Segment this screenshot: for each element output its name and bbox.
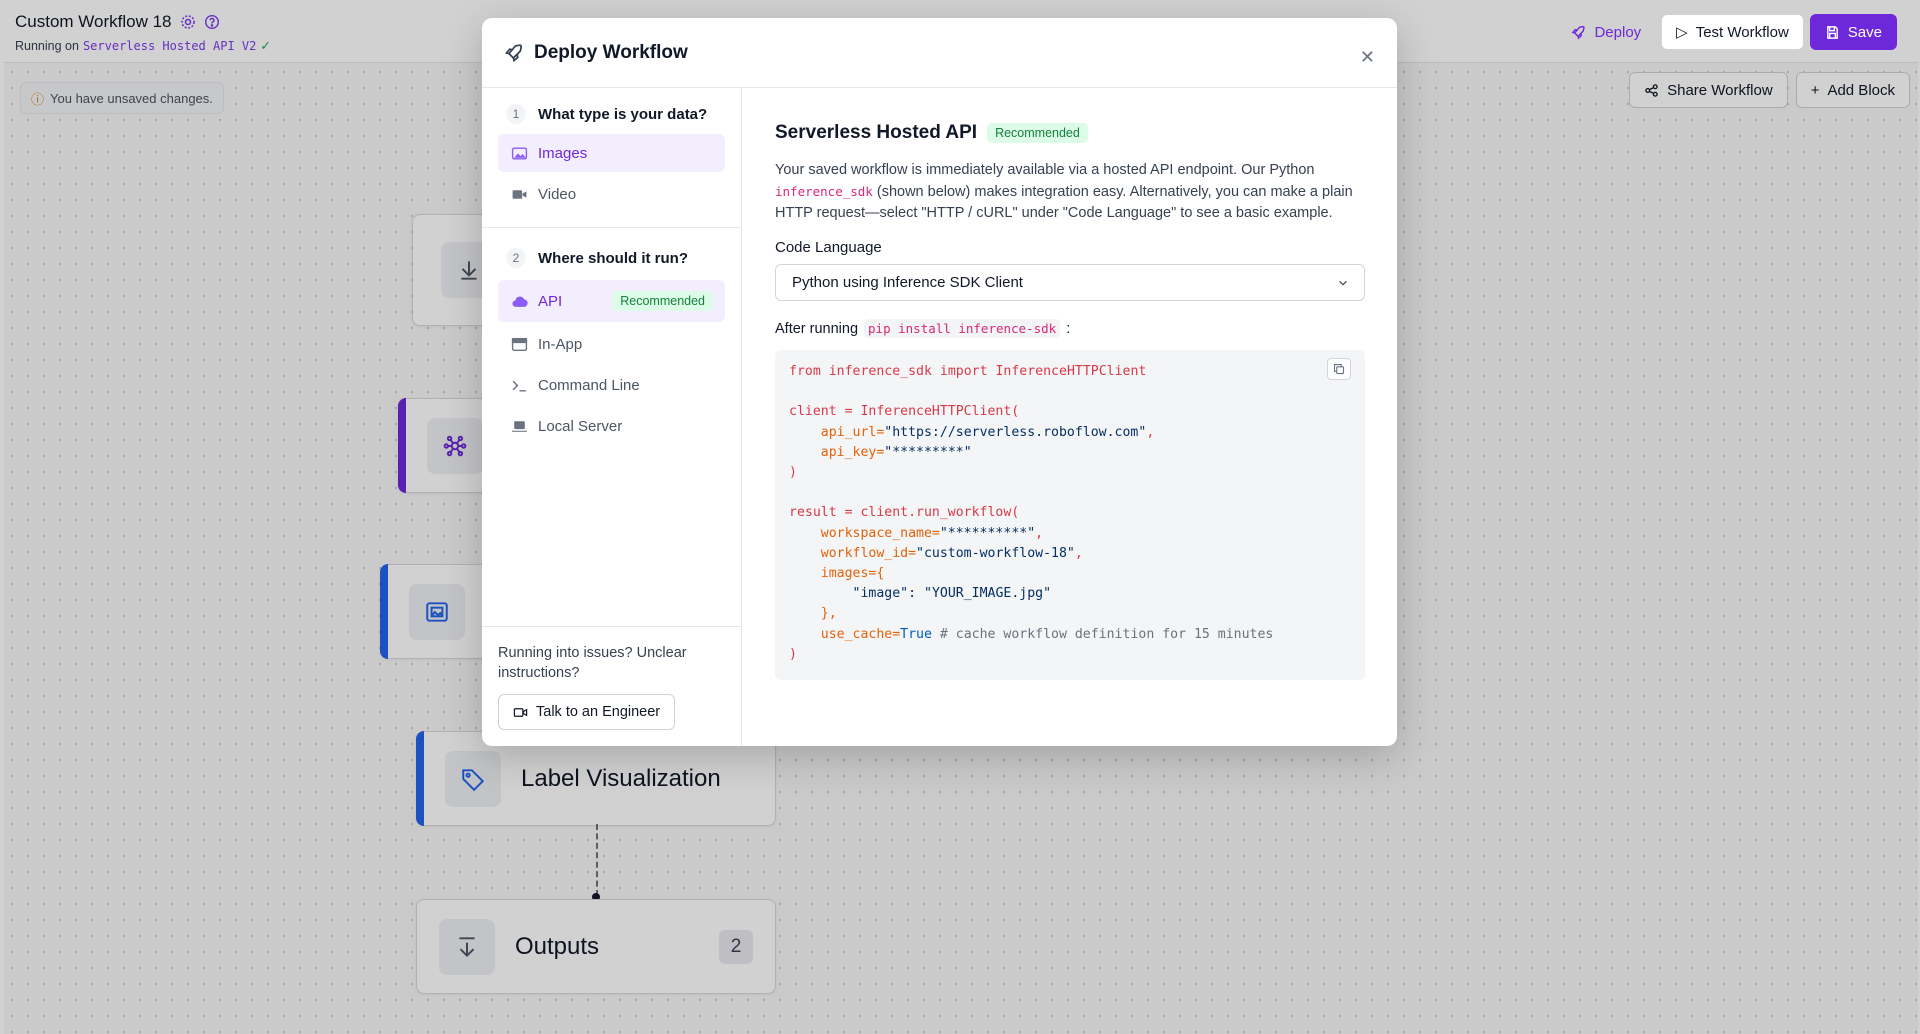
option-label: Images: [538, 144, 588, 162]
option-in-app[interactable]: In-App: [498, 325, 725, 363]
code-language-label: Code Language: [775, 239, 882, 256]
step-number: 2: [506, 248, 526, 268]
option-label: In-App: [538, 335, 583, 353]
option-local-server[interactable]: Local Server: [498, 407, 725, 445]
header-actions: Deploy ▷ Test Workflow Save: [1557, 14, 1897, 50]
option-command-line[interactable]: Command Line: [498, 366, 725, 404]
terminal-icon: [511, 377, 528, 394]
laptop-icon: [511, 418, 528, 435]
code-text: from inference_sdk import InferenceHTTPC…: [789, 364, 1274, 662]
recommended-badge: Recommended: [987, 123, 1088, 143]
save-label: Save: [1847, 23, 1882, 41]
option-label: Command Line: [538, 376, 640, 394]
app-window-icon: [511, 336, 528, 353]
step-question: Where should it run?: [538, 249, 688, 267]
selected-language: Python using Inference SDK Client: [792, 274, 1023, 291]
video-icon: [511, 186, 528, 203]
rocket-icon: [1572, 25, 1586, 39]
video-call-icon: [513, 707, 528, 717]
test-workflow-button[interactable]: ▷ Test Workflow: [1661, 14, 1804, 50]
content-heading: Serverless Hosted API: [775, 122, 978, 143]
option-label: Local Server: [538, 417, 623, 435]
talk-label: Talk to an Engineer: [536, 704, 661, 720]
step-number: 1: [506, 104, 526, 124]
after-running-row: After running pip install inference-sdk …: [775, 319, 1365, 338]
close-icon[interactable]: ✕: [1360, 48, 1375, 66]
after-running-suffix: :: [1066, 320, 1071, 337]
deploy-label: Deploy: [1594, 23, 1642, 41]
test-label: Test Workflow: [1695, 23, 1789, 41]
deploy-workflow-modal: Deploy Workflow ✕ 1 What type is your da…: [482, 18, 1397, 746]
option-images[interactable]: Images: [498, 134, 725, 172]
save-icon: [1826, 25, 1838, 39]
code-snippet: from inference_sdk import InferenceHTTPC…: [775, 350, 1365, 680]
option-label: API: [538, 292, 563, 310]
option-api[interactable]: API Recommended: [498, 280, 725, 322]
deploy-options-sidebar: 1 What type is your data? Images Video 2…: [482, 88, 742, 746]
content-title-row: Serverless Hosted API Recommended: [775, 122, 1365, 144]
talk-to-engineer-button[interactable]: Talk to an Engineer: [498, 694, 676, 730]
deploy-instructions: Serverless Hosted API Recommended Your s…: [743, 88, 1397, 746]
divider: [482, 227, 741, 228]
option-video[interactable]: Video: [498, 175, 725, 213]
code-language-select[interactable]: Python using Inference SDK Client: [775, 264, 1365, 301]
modal-header: Deploy Workflow: [482, 18, 1397, 88]
copy-icon[interactable]: [1327, 358, 1351, 380]
option-label: Video: [538, 185, 577, 203]
chevron-down-icon: [1339, 280, 1347, 286]
image-icon: [511, 145, 528, 162]
cloud-icon: [511, 293, 528, 310]
desc-text: Your saved workflow is immediately avail…: [775, 162, 1315, 178]
save-button[interactable]: Save: [1809, 14, 1897, 50]
desc-inline-code: inference_sdk: [775, 184, 873, 199]
rocket-icon: [504, 43, 522, 62]
modal-title: Deploy Workflow: [534, 41, 688, 63]
help-text: Running into issues? Unclear instruction…: [498, 645, 687, 681]
step-data-type: 1 What type is your data?: [482, 100, 741, 128]
content-description: Your saved workflow is immediately avail…: [775, 160, 1365, 224]
after-running-label: After running: [775, 320, 859, 337]
step-run-location: 2 Where should it run?: [482, 244, 741, 272]
deploy-button[interactable]: Deploy: [1557, 14, 1655, 50]
install-command: pip install inference-sdk: [864, 319, 1061, 338]
step-question: What type is your data?: [538, 105, 708, 123]
help-section: Running into issues? Unclear instruction…: [482, 626, 742, 746]
recommended-badge: Recommended: [612, 291, 713, 311]
play-icon: ▷: [1676, 24, 1688, 41]
